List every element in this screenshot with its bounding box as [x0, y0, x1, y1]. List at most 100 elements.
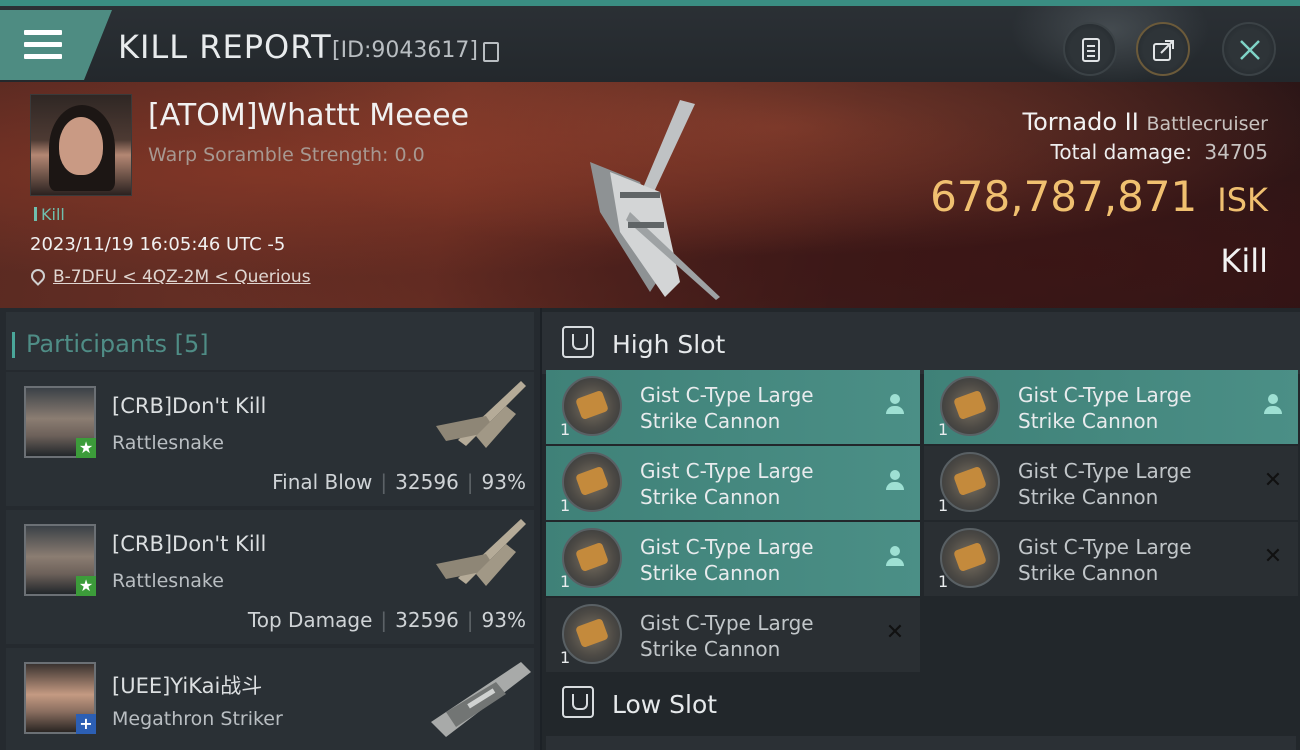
participants-count: [5] [174, 330, 209, 358]
module-item[interactable]: 1 Gist C-Type Large Strike Cannon [924, 370, 1298, 444]
ship-name: Tornado II [1022, 108, 1139, 136]
module-icon [940, 452, 1000, 512]
participants-panel: Participants [5] ★ [CRB]Don't Kill Rattl… [0, 308, 540, 750]
participant-ship: Rattlesnake [112, 432, 224, 454]
participant-ship-image [431, 662, 531, 737]
victim-avatar[interactable] [30, 94, 132, 196]
participant-name: [UEE]YiKai战斗 [112, 674, 263, 698]
module-name: Gist C-Type Large Strike Cannon [640, 611, 814, 661]
module-quantity: 1 [560, 496, 571, 515]
participant-ship-image [436, 519, 526, 586]
participant-stats: Top Damage | 32596 | 93% [247, 608, 526, 632]
participant-percent: 93% [481, 608, 526, 632]
warp-scramble-strength: Warp Soramble Strength: 0.0 [148, 144, 425, 166]
module-item[interactable]: 1 Gist C-Type Large Strike Cannon ✕ [924, 522, 1298, 596]
module-name: Gist C-Type Large Strike Cannon [1018, 535, 1192, 585]
high-slot-header: High Slot [542, 312, 1300, 374]
participants-title: Participants [5] [12, 330, 209, 358]
module-quantity: 1 [560, 572, 571, 591]
low-slot-icon [562, 686, 594, 718]
module-icon [562, 604, 622, 664]
location-pin-icon [28, 266, 48, 286]
low-slot-title: Low Slot [612, 690, 718, 719]
total-damage: Total damage: 34705 [1051, 140, 1268, 164]
pilot-icon [884, 470, 906, 492]
participant-damage: 32596 [395, 470, 459, 494]
module-quantity: 1 [938, 420, 949, 439]
module-icon [562, 528, 622, 588]
isk-unit: ISK [1217, 181, 1268, 219]
share-icon [1153, 40, 1174, 61]
module-name: Gist C-Type Large Strike Cannon [640, 383, 814, 433]
participant-ship-image [436, 381, 526, 448]
copy-icon[interactable] [483, 42, 499, 62]
participant-row[interactable]: + [UEE]YiKai战斗 Megathron Striker [6, 648, 534, 750]
kill-tag: Kill [34, 205, 65, 224]
fitting-panel: High Slot 1 Gist C-Type Large Strike Cann… [542, 308, 1300, 750]
module-quantity: 1 [560, 648, 571, 667]
module-item[interactable]: 1 Gist C-Type Large Strike Cannon ✕ [924, 446, 1298, 520]
participant-row[interactable]: ★ [CRB]Don't Kill Rattlesnake Final Blow… [6, 372, 534, 506]
module-item[interactable]: 1 Gist C-Type Large Strike Cannon [546, 370, 920, 444]
top-bar: KILL REPORT [ID:9043617] [0, 0, 1300, 86]
total-damage-value: 34705 [1204, 140, 1268, 164]
participant-role: Top Damage [247, 608, 373, 632]
participant-stats: Final Blow | 32596 | 93% [272, 470, 526, 494]
participant-ship: Rattlesnake [112, 570, 224, 592]
total-damage-label: Total damage: [1050, 140, 1193, 164]
pilot-icon [884, 546, 906, 568]
share-button[interactable] [1136, 22, 1190, 76]
module-item[interactable]: 1 Gist C-Type Large Strike Cannon [546, 522, 920, 596]
pilot-icon [884, 394, 906, 416]
report-id: [ID:9043617] [332, 38, 478, 63]
module-quantity: 1 [938, 496, 949, 515]
victim-name[interactable]: [ATOM]Whattt Meeee [148, 98, 469, 133]
menu-button[interactable] [0, 10, 112, 80]
participants-header: Participants [5] [6, 312, 534, 370]
page-title: KILL REPORT [118, 28, 332, 66]
participant-avatar[interactable]: ★ [24, 386, 96, 458]
participant-ship: Megathron Striker [112, 708, 283, 730]
menu-icon [24, 30, 62, 62]
x-icon: ✕ [1263, 468, 1283, 493]
star-icon: ★ [76, 576, 96, 596]
high-slot-icon [562, 326, 594, 358]
module-item[interactable]: 1 Gist C-Type Large Strike Cannon ✕ [546, 598, 920, 672]
participant-name: [CRB]Don't Kill [112, 532, 267, 556]
module-name: Gist C-Type Large Strike Cannon [640, 535, 814, 585]
victim-ship[interactable]: Tornado II Battlecruiser [1022, 108, 1268, 136]
participant-damage: 32596 [395, 608, 459, 632]
kill-timestamp: 2023/11/19 16:05:46 UTC -5 [30, 234, 286, 255]
participant-percent: 93% [481, 470, 526, 494]
victim-banner: [ATOM]Whattt Meeee Warp Soramble Strengt… [0, 82, 1300, 308]
participant-row[interactable]: ★ [CRB]Don't Kill Rattlesnake Top Damage… [6, 510, 534, 644]
close-button[interactable] [1222, 22, 1276, 76]
isk-amount: 678,787,871 [930, 172, 1198, 221]
participant-avatar[interactable]: + [24, 662, 96, 734]
participant-name: [CRB]Don't Kill [112, 394, 267, 418]
module-icon [940, 528, 1000, 588]
participant-role: Final Blow [272, 470, 373, 494]
module-name: Gist C-Type Large Strike Cannon [640, 459, 814, 509]
module-name: Gist C-Type Large Strike Cannon [1018, 459, 1192, 509]
plus-icon: + [76, 714, 96, 734]
pilot-icon [1262, 394, 1284, 416]
isk-value: 678,787,871 ISK [930, 172, 1268, 221]
module-icon [562, 376, 622, 436]
low-slot-row-partial [546, 736, 1296, 750]
module-quantity: 1 [560, 420, 571, 439]
x-icon: ✕ [885, 620, 905, 645]
participant-avatar[interactable]: ★ [24, 524, 96, 596]
ship-class: Battlecruiser [1146, 113, 1268, 135]
module-quantity: 1 [938, 572, 949, 591]
clipboard-button[interactable] [1063, 22, 1117, 76]
location-link[interactable]: B-7DFU < 4QZ-2M < Querious [53, 267, 311, 287]
clipboard-icon [1082, 38, 1100, 62]
high-slot-title: High Slot [612, 330, 726, 359]
module-item[interactable]: 1 Gist C-Type Large Strike Cannon [546, 446, 920, 520]
module-icon [940, 376, 1000, 436]
low-slot-header: Low Slot [542, 672, 1300, 734]
module-name: Gist C-Type Large Strike Cannon [1018, 383, 1192, 433]
victim-ship-image [590, 100, 720, 300]
close-icon [1240, 40, 1260, 60]
